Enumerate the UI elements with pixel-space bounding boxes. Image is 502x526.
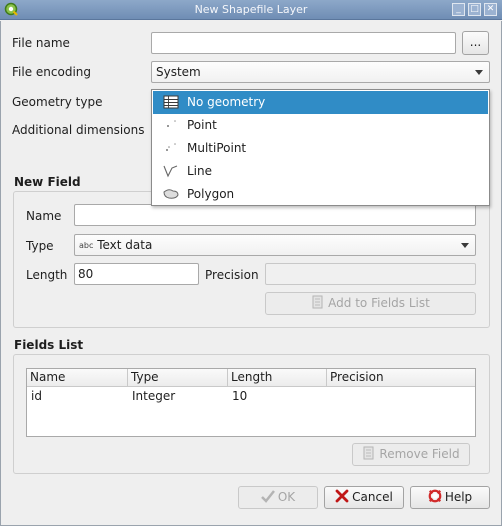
geometry-option-label: Line (187, 164, 213, 178)
field-type-label: Type (26, 239, 54, 253)
file-name-input[interactable] (151, 32, 456, 54)
table-icon (163, 95, 179, 109)
column-header-length[interactable]: Length (228, 369, 327, 387)
geometry-option-line[interactable]: Line (153, 160, 488, 183)
text-type-icon: abc (79, 241, 94, 250)
column-header-type[interactable]: Type (128, 369, 228, 387)
column-header-name[interactable]: Name (27, 369, 128, 387)
close-window-button[interactable]: ✕ (484, 3, 497, 16)
field-length-label: Length (26, 268, 68, 282)
geometry-option-label: MultiPoint (187, 141, 247, 155)
additional-dimensions-label: Additional dimensions (12, 123, 145, 137)
geometry-type-dropdown[interactable]: No geometry Point MultiPoint Line Polygo… (151, 89, 490, 206)
field-precision-input[interactable] (265, 263, 476, 285)
geometry-option-no-geometry[interactable]: No geometry (153, 91, 488, 114)
cell-type: Integer (132, 389, 176, 403)
maximize-button[interactable]: □ (468, 3, 481, 16)
browse-button[interactable]: ... (462, 31, 489, 55)
field-name-input[interactable] (74, 204, 476, 226)
remove-field-button[interactable]: Remove Field (352, 443, 470, 466)
chevron-down-icon (461, 243, 469, 248)
geometry-type-label: Geometry type (12, 95, 103, 109)
geometry-option-polygon[interactable]: Polygon (153, 183, 488, 206)
multipoint-icon (166, 143, 176, 151)
fields-table[interactable]: Name Type Length Precision id Integer 10 (26, 368, 476, 437)
new-field-title: New Field (14, 175, 81, 189)
column-header-precision[interactable]: Precision (327, 369, 475, 387)
cell-name: id (31, 389, 42, 403)
file-encoding-label: File encoding (12, 65, 91, 79)
field-type-combo[interactable]: abc Text data (74, 234, 476, 256)
field-precision-label: Precision (205, 268, 259, 282)
help-lifebuoy-icon (428, 489, 442, 503)
help-button[interactable]: Help (410, 486, 490, 509)
help-label: Help (444, 490, 473, 504)
field-name-label: Name (26, 209, 62, 223)
geometry-option-label: Polygon (187, 187, 235, 201)
file-encoding-combo[interactable]: System (151, 61, 490, 83)
cancel-button[interactable]: Cancel (324, 486, 404, 509)
polygon-icon (163, 189, 179, 199)
add-to-fields-list-button[interactable]: Add to Fields List (265, 292, 476, 315)
field-length-input[interactable]: 80 (74, 263, 199, 285)
title-bar: New Shapefile Layer _ □ ✕ (0, 0, 502, 20)
window-title: New Shapefile Layer (194, 3, 308, 16)
geometry-option-multipoint[interactable]: MultiPoint (153, 137, 488, 160)
cell-precision (327, 388, 335, 390)
fields-list-title: Fields List (14, 338, 84, 352)
geometry-option-point[interactable]: Point (153, 114, 488, 137)
cell-length: 10 (232, 389, 248, 403)
field-type-value: Text data (97, 238, 153, 252)
line-icon (163, 165, 178, 178)
file-name-label: File name (12, 36, 70, 50)
add-to-fields-list-label: Add to Fields List (328, 296, 430, 310)
minimize-button[interactable]: _ (452, 3, 465, 16)
remove-field-icon (363, 446, 374, 460)
remove-field-label: Remove Field (379, 447, 460, 461)
cancel-x-icon (335, 489, 349, 503)
checkmark-icon (260, 490, 275, 503)
geometry-option-label: No geometry (187, 95, 266, 109)
cancel-label: Cancel (352, 490, 393, 504)
chevron-down-icon (475, 70, 483, 75)
ok-label: OK (277, 490, 296, 504)
geometry-option-label: Point (187, 118, 217, 132)
file-encoding-value: System (156, 65, 201, 79)
ok-button[interactable]: OK (238, 486, 318, 509)
add-field-icon (312, 295, 323, 309)
point-icon (167, 120, 176, 127)
